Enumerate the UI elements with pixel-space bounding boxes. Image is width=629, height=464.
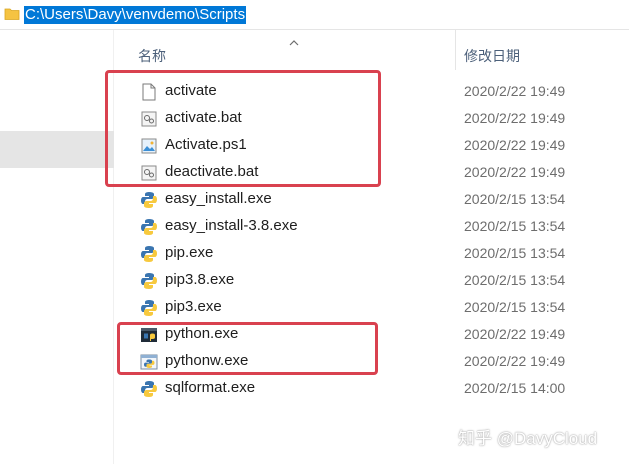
file-date: 2020/2/15 13:54 — [464, 299, 566, 315]
file-date: 2020/2/15 13:54 — [464, 245, 566, 261]
watermark: 知乎 @DavyCloud — [458, 429, 598, 448]
python-exe-icon — [140, 191, 158, 209]
python-exe-icon — [140, 272, 158, 290]
python-exe-icon — [140, 299, 158, 317]
file-row[interactable]: easy_install.exe 2020/2/15 13:54 — [114, 186, 629, 213]
file-date: 2020/2/15 14:00 — [464, 380, 566, 396]
nav-selected-item[interactable] — [0, 131, 114, 168]
file-name: easy_install-3.8.exe — [165, 217, 298, 234]
navigation-pane[interactable] — [0, 30, 114, 464]
file-name: pip3.8.exe — [165, 271, 235, 288]
chevron-up-icon[interactable] — [289, 37, 299, 47]
folder-icon — [4, 6, 20, 22]
file-row[interactable]: sqlformat.exe 2020/2/15 14:00 — [114, 375, 629, 402]
file-row[interactable]: pip.exe 2020/2/15 13:54 — [114, 240, 629, 267]
file-name: easy_install.exe — [165, 190, 272, 207]
file-date: 2020/2/22 19:49 — [464, 353, 566, 369]
file-name: pip.exe — [165, 244, 214, 261]
address-bar[interactable]: C:\Users\Davy\venvdemo\Scripts — [0, 0, 629, 30]
file-date: 2020/2/22 19:49 — [464, 326, 566, 342]
highlight-box-python-executables — [117, 322, 378, 375]
file-name: pip3.exe — [165, 298, 222, 315]
file-date: 2020/2/15 13:54 — [464, 218, 566, 234]
column-header-name[interactable]: 名称 — [138, 46, 166, 66]
file-date: 2020/2/22 19:49 — [464, 164, 566, 180]
file-row[interactable]: pip3.exe 2020/2/15 13:54 — [114, 294, 629, 321]
file-name: sqlformat.exe — [165, 379, 256, 396]
column-header-date-modified[interactable]: 修改日期 — [464, 46, 520, 66]
file-date: 2020/2/15 13:54 — [464, 191, 566, 207]
file-row[interactable]: pip3.8.exe 2020/2/15 13:54 — [114, 267, 629, 294]
python-exe-icon — [140, 218, 158, 236]
python-exe-icon — [140, 380, 158, 398]
column-divider[interactable] — [455, 30, 456, 70]
file-row[interactable]: easy_install-3.8.exe 2020/2/15 13:54 — [114, 213, 629, 240]
file-date: 2020/2/15 13:54 — [464, 272, 566, 288]
file-date: 2020/2/22 19:49 — [464, 110, 566, 126]
column-headers — [114, 30, 629, 72]
highlight-box-activate-scripts — [105, 70, 381, 187]
file-date: 2020/2/22 19:49 — [464, 83, 566, 99]
python-exe-icon — [140, 245, 158, 263]
file-date: 2020/2/22 19:49 — [464, 137, 566, 153]
address-path-text[interactable]: C:\Users\Davy\venvdemo\Scripts — [24, 6, 247, 24]
